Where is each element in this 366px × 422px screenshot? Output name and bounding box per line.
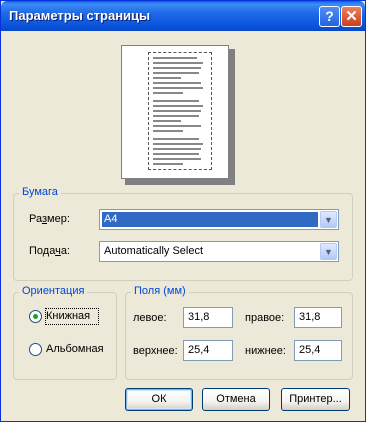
paper-size-selection-highlight [102,212,318,227]
preview-text-line [153,82,201,84]
orientation-group [13,292,117,380]
margin-left-label: левое: [133,312,167,324]
margins-group [125,292,353,380]
preview-text-line [153,153,199,155]
preview-text-line [153,77,181,79]
preview-text-line [153,163,183,165]
preview-text-line [153,67,201,69]
paper-source-value: Automatically Select [104,245,204,257]
preview-text-line [153,72,199,74]
preview-text-line [153,158,201,160]
ok-button[interactable]: ОК [125,388,193,411]
margin-right-field[interactable]: 31,8 [294,307,342,328]
portrait-radio[interactable] [29,310,42,323]
orientation-group-legend: Ориентация [19,285,88,297]
preview-text-line [153,57,197,59]
margin-top-label: верхнее: [133,345,178,357]
margins-group-legend: Поля (мм) [131,285,189,297]
landscape-label[interactable]: Альбомная [46,343,104,355]
title-bar[interactable]: Параметры страницы ? ✕ [1,1,365,31]
preview-text-line [153,130,183,132]
preview-text-line [153,87,203,89]
paper-group [13,193,353,281]
margin-bottom-label: нижнее: [245,345,286,357]
cancel-button[interactable]: Отмена [202,388,270,411]
preview-text-line [153,148,201,150]
close-icon[interactable]: ✕ [341,6,362,27]
paper-size-label: Размер: [29,213,70,225]
preview-text-line [153,62,203,64]
portrait-label[interactable]: Книжная [46,310,90,322]
landscape-radio[interactable] [29,343,42,356]
margin-top-field[interactable]: 25,4 [183,340,233,361]
paper-source-select[interactable]: Automatically Select ▼ [99,241,339,262]
preview-text-line [153,125,201,127]
radio-selected-dot [33,314,38,319]
margin-right-label: правое: [245,312,285,324]
page-setup-dialog: Параметры страницы ? ✕ Бумага Размер: A4… [0,0,366,422]
preview-text-line [153,92,183,94]
paper-size-value: A4 [104,213,118,225]
margin-bottom-field[interactable]: 25,4 [294,340,342,361]
margin-left-field[interactable]: 31,8 [183,307,233,328]
preview-text-line [153,143,203,145]
printer-button[interactable]: Принтер... [281,388,350,411]
preview-text-line [153,138,199,140]
chevron-down-icon[interactable]: ▼ [320,243,337,260]
paper-group-legend: Бумага [19,186,61,198]
paper-size-select[interactable]: A4 ▼ [99,209,339,230]
help-icon[interactable]: ? [319,6,340,27]
paper-source-label: Подача: [29,245,70,257]
preview-text-line [153,100,199,102]
chevron-down-icon[interactable]: ▼ [320,211,337,228]
preview-text-line [153,105,203,107]
preview-text-line [153,110,201,112]
preview-text-line [153,115,199,117]
window-title: Параметры страницы [9,8,151,23]
preview-margin-box [148,52,212,170]
preview-text-line [153,120,181,122]
page-preview [121,45,229,179]
